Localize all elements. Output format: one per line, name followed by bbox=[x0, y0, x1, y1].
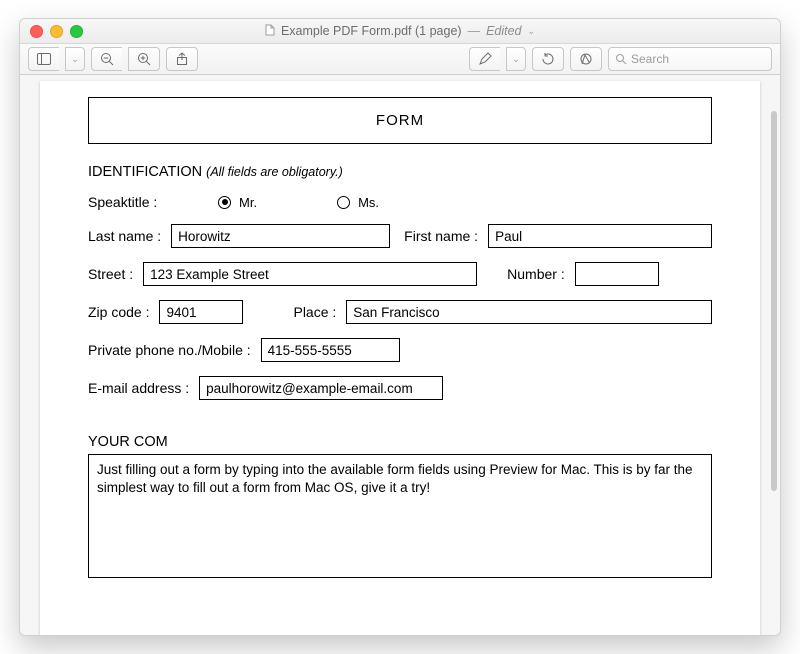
zip-row: Zip code : 9401 Place : San Francisco bbox=[88, 300, 712, 324]
comments-value: Just filling out a form by typing into t… bbox=[97, 462, 693, 495]
search-icon bbox=[615, 53, 627, 65]
titlebar: Example PDF Form.pdf (1 page) — Edited ⌄ bbox=[20, 19, 780, 44]
radio-icon bbox=[337, 196, 350, 209]
chevron-down-icon: ⌄ bbox=[512, 54, 520, 65]
markup-button[interactable] bbox=[570, 47, 602, 71]
toolbar: ⌄ bbox=[20, 44, 780, 75]
highlight-menu-button[interactable]: ⌄ bbox=[506, 47, 526, 71]
pdf-page: FORM IDENTIFICATION (All fields are obli… bbox=[40, 81, 760, 635]
speaktitle-ms[interactable]: Ms. bbox=[337, 195, 379, 210]
speaktitle-row: Speaktitle : Mr. Ms. bbox=[88, 194, 712, 210]
document-viewport: FORM IDENTIFICATION (All fields are obli… bbox=[20, 75, 780, 635]
street-value: 123 Example Street bbox=[150, 267, 269, 282]
phone-label: Private phone no./Mobile : bbox=[88, 342, 251, 358]
form-heading: FORM bbox=[88, 97, 712, 144]
search-field[interactable]: Search bbox=[608, 47, 772, 71]
place-value: San Francisco bbox=[353, 305, 439, 320]
section-id-label: IDENTIFICATION bbox=[88, 164, 202, 180]
minimize-window-button[interactable] bbox=[50, 25, 63, 38]
zip-value: 9401 bbox=[166, 305, 196, 320]
document-icon bbox=[265, 24, 275, 39]
email-value: paulhorowitz@example-email.com bbox=[206, 381, 413, 396]
speaktitle-label: Speaktitle : bbox=[88, 194, 198, 210]
street-row: Street : 123 Example Street Number : bbox=[88, 262, 712, 286]
zip-label: Zip code : bbox=[88, 304, 149, 320]
window-status: Edited bbox=[486, 24, 521, 38]
preview-window: Example PDF Form.pdf (1 page) — Edited ⌄… bbox=[19, 18, 781, 636]
comments-field[interactable]: Just filling out a form by typing into t… bbox=[88, 454, 712, 578]
phone-row: Private phone no./Mobile : 415-555-5555 bbox=[88, 338, 712, 362]
zoom-out-button[interactable] bbox=[91, 47, 122, 71]
comments-label: YOUR COM bbox=[88, 434, 712, 450]
email-row: E-mail address : paulhorowitz@example-em… bbox=[88, 376, 712, 400]
title-dropdown-icon[interactable]: ⌄ bbox=[528, 26, 536, 37]
lastname-field[interactable]: Horowitz bbox=[171, 224, 390, 248]
zoom-in-button[interactable] bbox=[128, 47, 160, 71]
radio-icon bbox=[218, 196, 231, 209]
sidebar-toggle-button[interactable] bbox=[28, 47, 59, 71]
highlight-button[interactable] bbox=[469, 47, 500, 71]
identification-section-label: IDENTIFICATION (All fields are obligator… bbox=[88, 164, 712, 180]
lastname-value: Horowitz bbox=[178, 229, 231, 244]
title-area: Example PDF Form.pdf (1 page) — Edited ⌄ bbox=[20, 24, 780, 39]
place-label: Place : bbox=[293, 304, 336, 320]
email-label: E-mail address : bbox=[88, 380, 189, 396]
search-placeholder: Search bbox=[631, 52, 669, 66]
title-dash: — bbox=[468, 24, 481, 38]
place-field[interactable]: San Francisco bbox=[346, 300, 712, 324]
chevron-down-icon: ⌄ bbox=[71, 54, 79, 65]
number-field[interactable] bbox=[575, 262, 659, 286]
firstname-value: Paul bbox=[495, 229, 522, 244]
phone-value: 415-555-5555 bbox=[268, 343, 352, 358]
traffic-lights bbox=[30, 25, 83, 38]
street-label: Street : bbox=[88, 266, 133, 282]
speaktitle-ms-label: Ms. bbox=[358, 195, 379, 210]
speaktitle-mr[interactable]: Mr. bbox=[218, 195, 257, 210]
firstname-field[interactable]: Paul bbox=[488, 224, 712, 248]
number-label: Number : bbox=[507, 266, 565, 282]
close-window-button[interactable] bbox=[30, 25, 43, 38]
section-id-hint: (All fields are obligatory.) bbox=[206, 165, 343, 179]
sidebar-menu-button[interactable]: ⌄ bbox=[65, 47, 85, 71]
vertical-scrollbar[interactable] bbox=[771, 111, 777, 491]
name-row: Last name : Horowitz First name : Paul bbox=[88, 224, 712, 248]
speaktitle-mr-label: Mr. bbox=[239, 195, 257, 210]
share-button[interactable] bbox=[166, 47, 198, 71]
street-field[interactable]: 123 Example Street bbox=[143, 262, 477, 286]
firstname-label: First name : bbox=[404, 228, 478, 244]
phone-field[interactable]: 415-555-5555 bbox=[261, 338, 400, 362]
lastname-label: Last name : bbox=[88, 228, 161, 244]
rotate-button[interactable] bbox=[532, 47, 564, 71]
email-field[interactable]: paulhorowitz@example-email.com bbox=[199, 376, 443, 400]
zoom-window-button[interactable] bbox=[70, 25, 83, 38]
window-title: Example PDF Form.pdf (1 page) bbox=[281, 24, 462, 38]
zip-field[interactable]: 9401 bbox=[159, 300, 243, 324]
